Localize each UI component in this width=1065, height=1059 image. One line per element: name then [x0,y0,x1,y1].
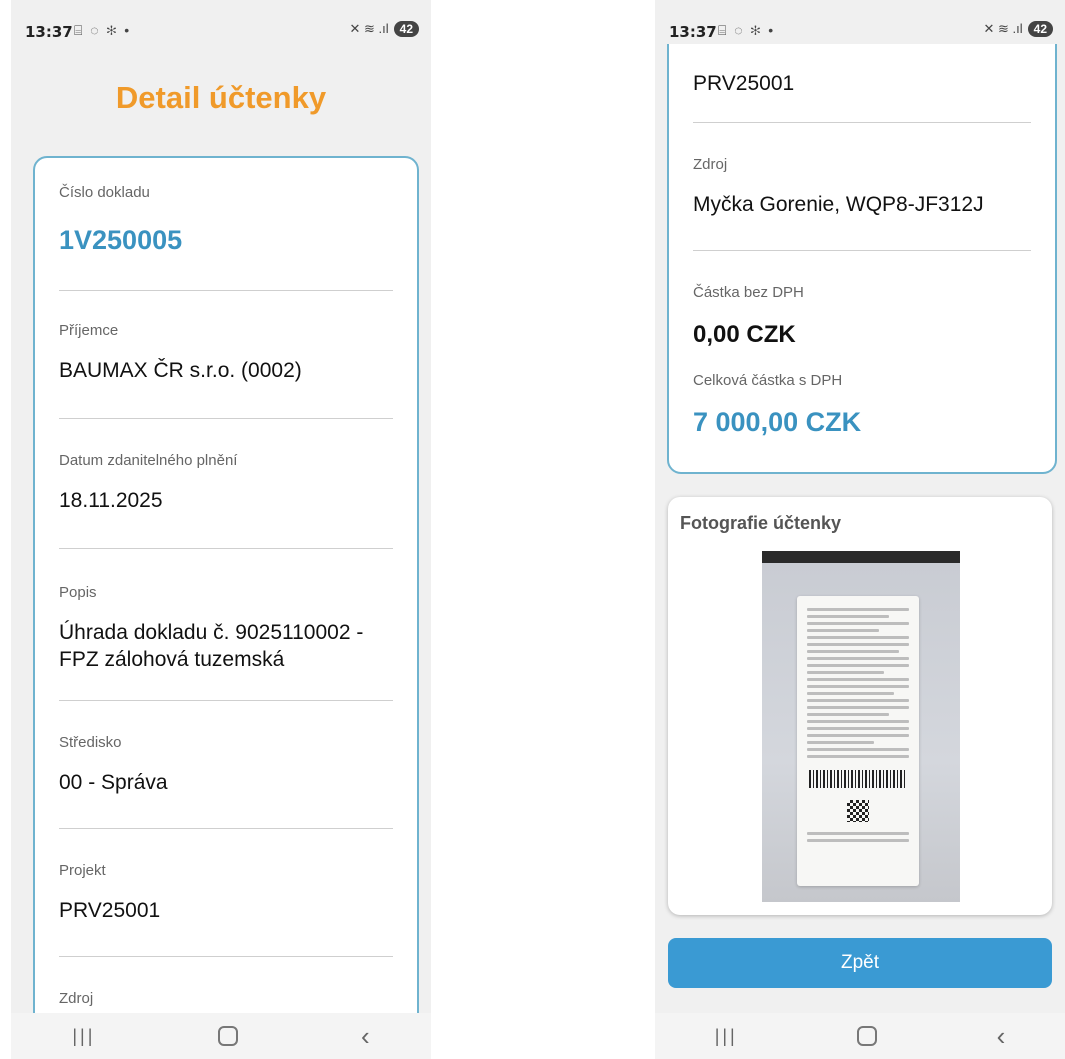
photo-title: Fotografie účtenky [680,513,842,533]
home-icon[interactable] [857,1026,878,1046]
system-icons: ✕ ≋ .ıl 42 [984,21,1053,37]
phone-screen-right: PRV25001 Zdroj Myčka Gorenie, WQP8-JF312… [655,0,1065,1059]
field-projekt-value: PRV25001 [693,70,1031,97]
divider [693,122,1031,123]
field-projekt: Projekt PRV25001 [59,862,393,924]
field-label: Popis [59,584,97,601]
home-icon[interactable] [218,1026,239,1046]
amount-without-vat: 0,00 CZK [693,321,796,348]
recent-apps-icon[interactable]: ||| [715,1026,738,1047]
qr-code-icon [847,800,869,822]
field-zdroj-partial: Zdroj [59,990,393,1007]
receipt-photo[interactable] [762,551,960,902]
source-value: Myčka Gorenie, WQP8-JF312J [693,193,984,216]
date-value: 18.11.2025 [59,489,163,512]
field-popis: Popis Úhrada dokladu č. 9025110002 - FPZ… [59,584,393,674]
field-datum: Datum zdanitelného plnění 18.11.2025 [59,452,393,514]
project-value: PRV25001 [59,899,161,922]
field-label: Datum zdanitelného plnění [59,452,238,469]
notification-icons: ⌸ ◌ ✻ • [74,22,132,38]
system-navbar: ||| ‹ [11,1013,431,1059]
system-navbar: ||| ‹ [655,1013,1065,1059]
cost-center-value: 00 - Správa [59,771,168,794]
receipt-paper-image [797,596,919,886]
recent-apps-icon[interactable]: ||| [72,1026,95,1047]
status-bar: 13:37 ⌸ ◌ ✻ • ✕ ≋ .ıl 42 [11,0,431,60]
recipient-value: BAUMAX ČR s.r.o. (0002) [59,359,302,382]
phone-screen-left: 13:37 ⌸ ◌ ✻ • ✕ ≋ .ıl 42 Detail účtenky … [11,0,431,1059]
signal-icons: ✕ ≋ .ıl [983,21,1023,36]
field-label: Zdroj [59,990,94,1007]
signal-icons: ✕ ≋ .ıl [349,21,389,36]
field-cislo-dokladu: Číslo dokladu 1V250005 [59,184,393,258]
total-amount: 7 000,00 CZK [693,407,862,437]
battery-icon: 42 [393,21,419,37]
document-number: 1V250005 [59,225,183,255]
back-nav-icon[interactable]: ‹ [997,1021,1006,1052]
back-button[interactable]: Zpět [668,938,1052,988]
status-time: 13:37 [25,23,73,41]
divider [59,700,393,701]
project-value: PRV25001 [693,72,795,95]
status-bar: 13:37 ⌸ ◌ ✻ • ✕ ≋ .ıl 42 [655,0,1065,44]
field-label: Celková částka s DPH [693,372,843,389]
description-value: Úhrada dokladu č. 9025110002 - FPZ záloh… [59,621,364,672]
divider [59,418,393,419]
field-castka-bez-dph: Částka bez DPH 0,00 CZK [693,284,1031,350]
receipt-detail-card: Číslo dokladu 1V250005 Příjemce BAUMAX Č… [33,156,419,1040]
notification-icons: ⌸ ◌ ✻ • [718,22,776,38]
back-nav-icon[interactable]: ‹ [361,1021,370,1052]
system-icons: ✕ ≋ .ıl 42 [350,21,419,37]
field-stredisko: Středisko 00 - Správa [59,734,393,796]
field-label: Projekt [59,862,106,879]
field-label: Zdroj [693,156,728,173]
field-label: Číslo dokladu [59,184,150,201]
divider [693,250,1031,251]
status-time: 13:37 [669,23,717,41]
field-label: Středisko [59,734,122,751]
divider [59,956,393,957]
field-celkova-castka: Celková částka s DPH 7 000,00 CZK [693,372,1031,440]
field-label: Příjemce [59,322,119,339]
field-label: Částka bez DPH [693,284,804,301]
field-zdroj: Zdroj Myčka Gorenie, WQP8-JF312J [693,156,1031,218]
divider [59,290,393,291]
divider [59,548,393,549]
receipt-detail-card-continued: PRV25001 Zdroj Myčka Gorenie, WQP8-JF312… [667,0,1057,474]
page-title: Detail účtenky [115,80,327,115]
field-prijemce: Příjemce BAUMAX ČR s.r.o. (0002) [59,322,393,384]
battery-icon: 42 [1027,21,1053,37]
divider [59,828,393,829]
barcode-icon [809,770,907,788]
receipt-photo-card: Fotografie účtenky [668,497,1052,915]
